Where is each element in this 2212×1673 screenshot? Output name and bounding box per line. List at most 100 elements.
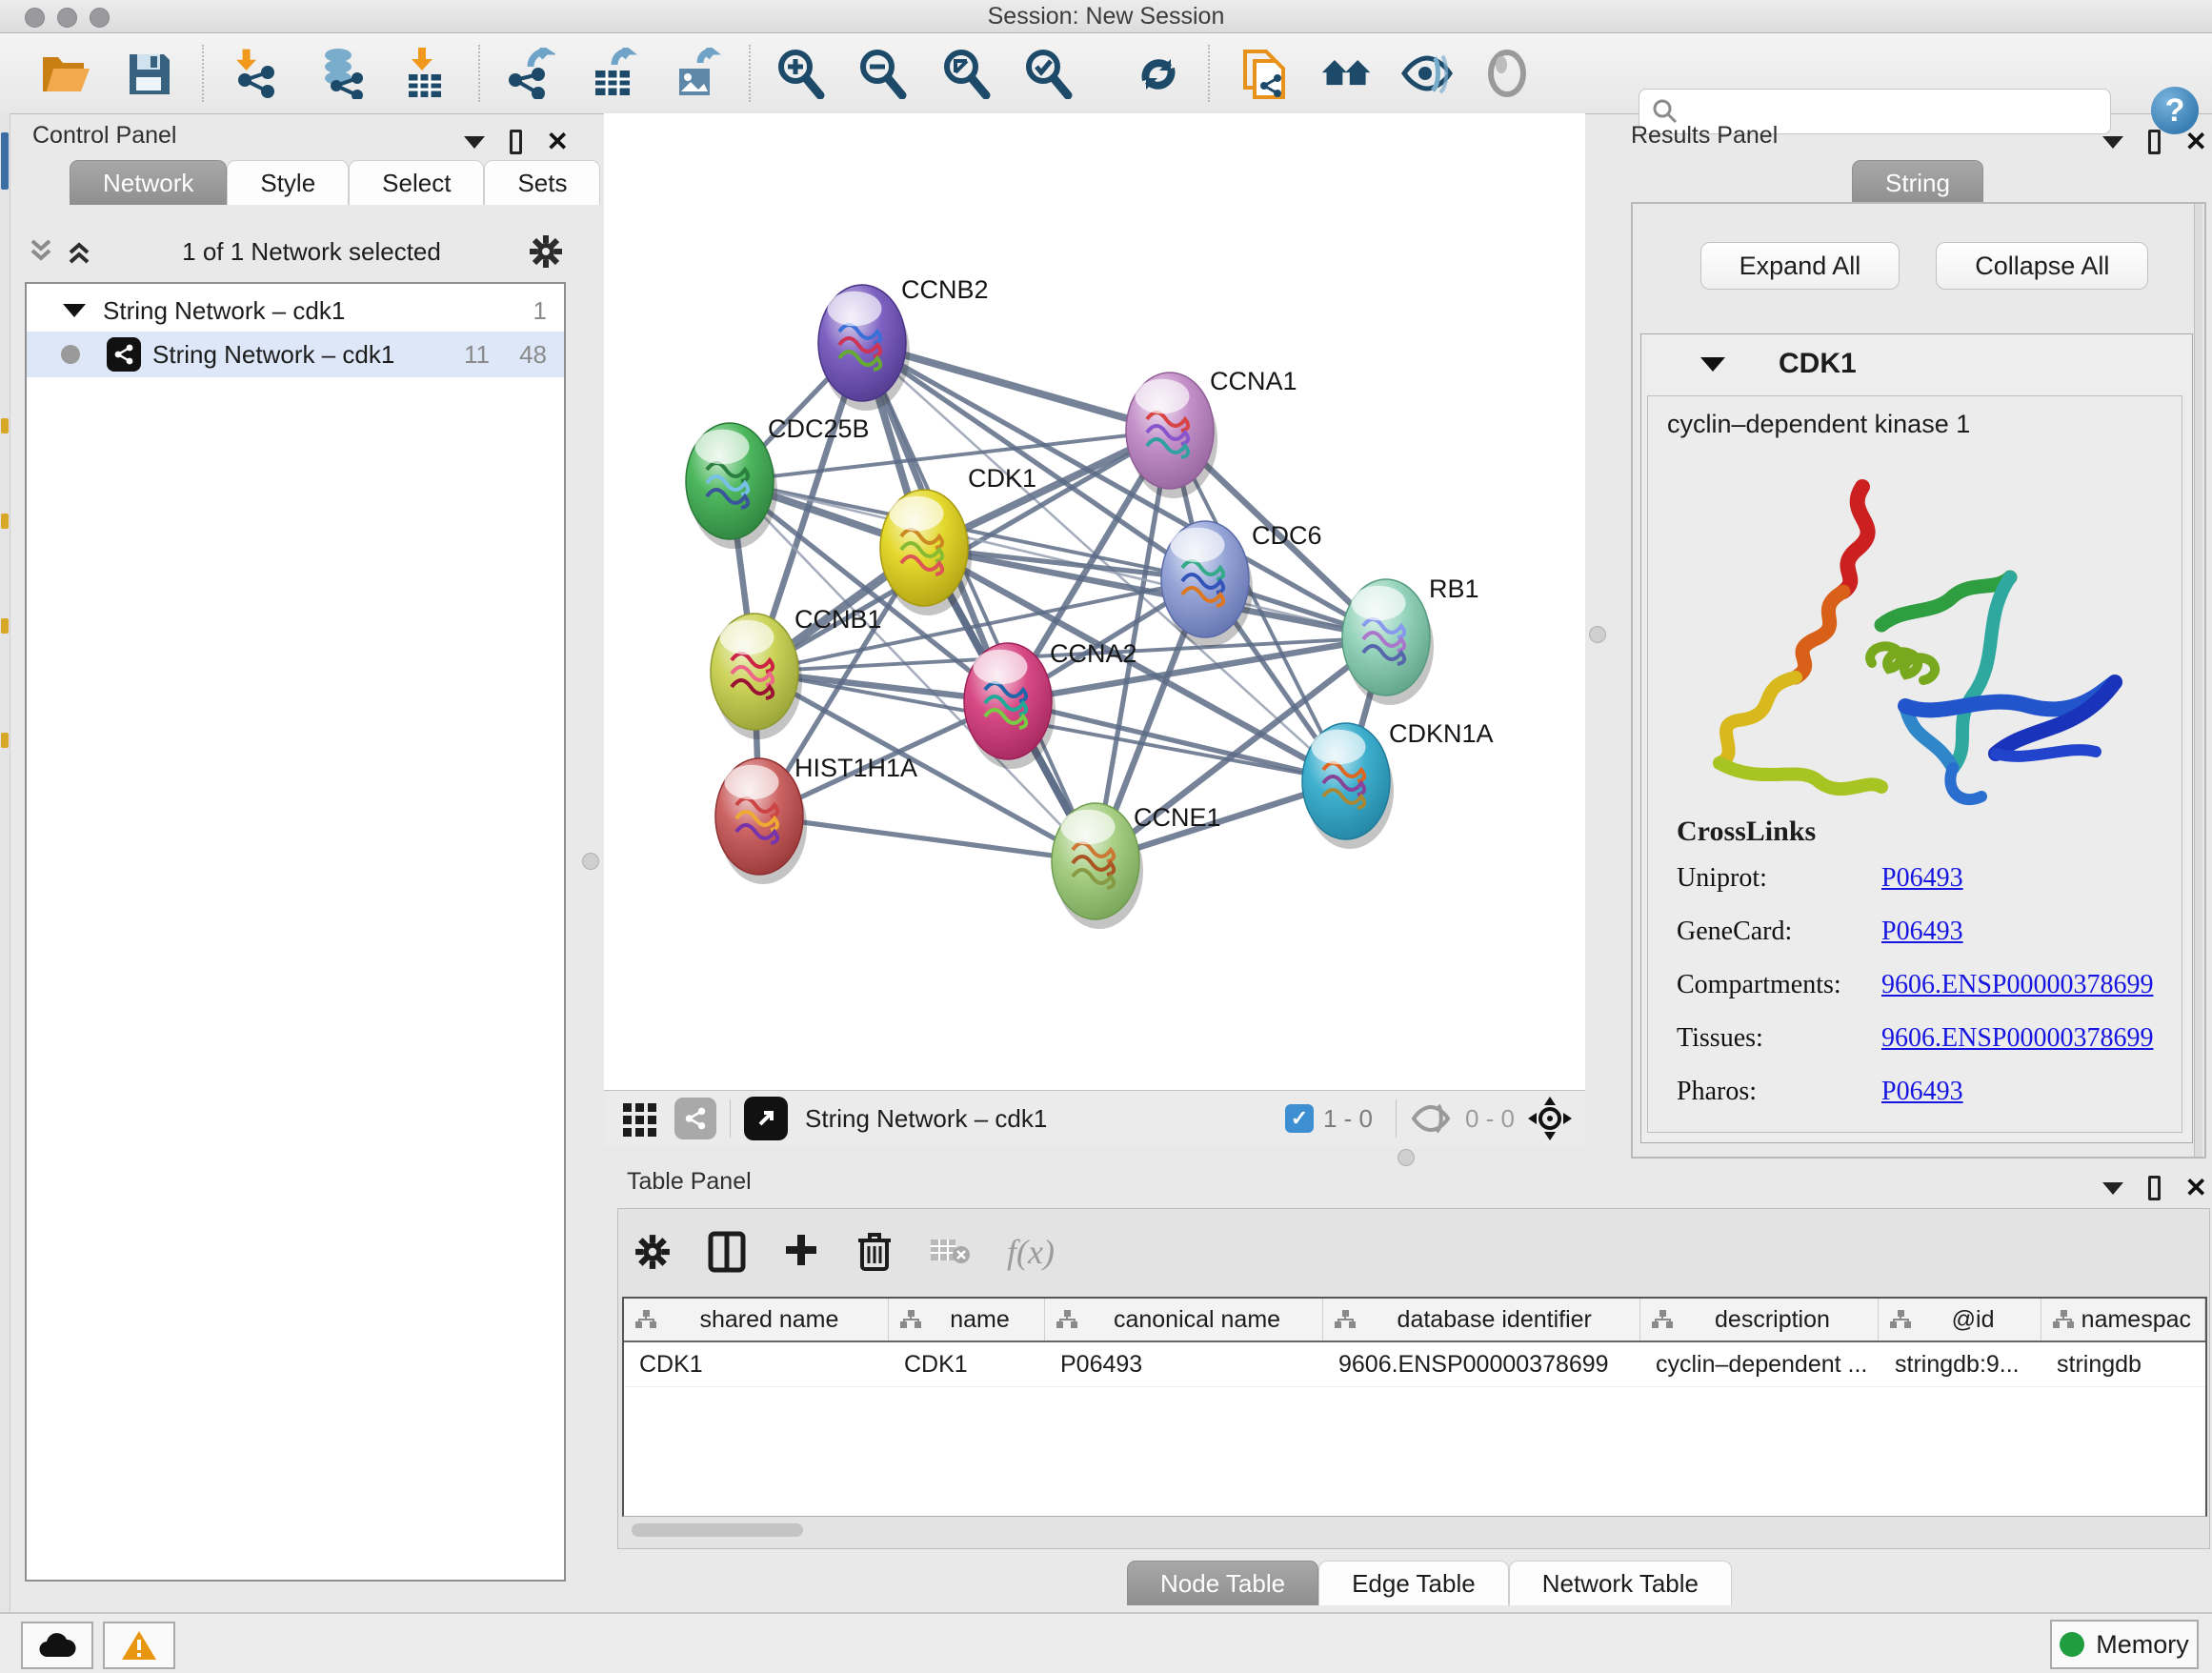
collapse-all-button[interactable]: Collapse All (1936, 242, 2148, 290)
column-header[interactable]: namespac (2041, 1299, 2205, 1340)
tab-sets[interactable]: Sets (484, 160, 600, 205)
crosslink-genecard-link[interactable]: P06493 (1881, 917, 1963, 947)
export-image-icon[interactable] (671, 47, 724, 100)
tab-network[interactable]: Network (70, 160, 227, 205)
tab-edge-table[interactable]: Edge Table (1318, 1561, 1509, 1605)
crosslink-pharos-link[interactable]: P06493 (1881, 1077, 1963, 1107)
hidden-elements-eye-icon[interactable] (1410, 1101, 1452, 1136)
table-panel-menu-icon[interactable] (2102, 1182, 2123, 1195)
control-panel-menu-icon[interactable] (464, 136, 485, 149)
network-view-canvas[interactable]: CCNB2CCNA1CDC25BCDK1CDC6RB1CCNB1CCNA2CDK… (604, 113, 1585, 1090)
results-panel-float-icon[interactable] (2148, 130, 2161, 154)
table-cell[interactable]: P06493 (1045, 1342, 1323, 1386)
home-panel-icon[interactable] (1320, 47, 1374, 100)
network-node-ccna1[interactable]: CCNA1 (1126, 367, 1297, 498)
export-table-file-icon[interactable] (587, 47, 640, 100)
selected-elements-checkbox[interactable]: ✓ (1285, 1104, 1314, 1133)
hide-graphics-details-icon[interactable] (1400, 47, 1454, 100)
open-in-window-icon[interactable] (744, 1097, 788, 1140)
table-cell[interactable]: 9606.ENSP00000378699 (1323, 1342, 1640, 1386)
network-options-gear-icon[interactable] (528, 233, 564, 270)
zoom-in-icon[interactable] (774, 47, 827, 100)
column-header[interactable]: description (1640, 1299, 1880, 1340)
column-header[interactable]: canonical name (1045, 1299, 1323, 1340)
memory-button[interactable]: Memory (2050, 1620, 2199, 1669)
results-panel-menu-icon[interactable] (2102, 136, 2123, 149)
crosslink-label: Tissues: (1677, 1023, 1881, 1054)
import-network-database-icon[interactable] (314, 47, 368, 100)
network-node-ccne1[interactable]: CCNE1 (1052, 803, 1221, 929)
table-cell[interactable]: cyclin–dependent ... (1640, 1342, 1880, 1386)
import-network-file-icon[interactable] (231, 47, 284, 100)
table-cell[interactable]: stringdb:9... (1880, 1342, 2041, 1386)
control-panel-float-icon[interactable] (510, 130, 522, 154)
network-node-hist1h1a[interactable]: HIST1H1A (715, 754, 917, 884)
table-cell[interactable]: CDK1 (889, 1342, 1045, 1386)
collapse-all-networks-icon[interactable] (63, 237, 95, 266)
network-node-ccna2[interactable]: CCNA2 (964, 639, 1137, 769)
network-graph[interactable]: CCNB2CCNA1CDC25BCDK1CDC6RB1CCNB1CCNA2CDK… (604, 113, 1585, 1090)
function-builder-icon: f(x) (1007, 1232, 1055, 1272)
column-label: @id (1913, 1306, 2040, 1334)
table-row[interactable]: CDK1CDK1P064939606.ENSP00000378699cyclin… (624, 1342, 2205, 1387)
node-label: CDK1 (968, 464, 1036, 493)
node-table[interactable]: shared namenamecanonical namedatabase id… (622, 1297, 2207, 1517)
table-options-gear-icon[interactable] (633, 1233, 672, 1271)
tab-network-table[interactable]: Network Table (1509, 1561, 1732, 1605)
crosslink-uniprot-link[interactable]: P06493 (1881, 863, 1963, 894)
table-cell[interactable]: stringdb (2041, 1342, 2205, 1386)
expand-all-networks-icon[interactable] (25, 237, 57, 266)
tab-string[interactable]: String (1852, 160, 1983, 205)
open-session-icon[interactable] (38, 47, 91, 100)
crosslink-tissues-link[interactable]: 9606.ENSP00000378699 (1881, 1023, 2153, 1054)
delete-column-trash-icon[interactable] (856, 1231, 893, 1273)
tab-select[interactable]: Select (349, 160, 484, 205)
left-splitter-grip[interactable] (582, 853, 599, 870)
results-scrollbar[interactable] (2194, 204, 2202, 1157)
table-cell[interactable]: CDK1 (624, 1342, 889, 1386)
collection-disclosure-icon[interactable] (63, 304, 86, 317)
column-header[interactable]: @id (1879, 1299, 2041, 1340)
gene-disclosure-icon[interactable] (1700, 357, 1725, 372)
birds-eye-view-icon[interactable] (1480, 47, 1534, 100)
control-panel-close-icon[interactable]: ✕ (547, 132, 569, 151)
cloud-status-button[interactable] (21, 1622, 93, 1669)
expand-all-button[interactable]: Expand All (1700, 242, 1900, 290)
table-horizontal-scrollbar[interactable] (632, 1523, 803, 1537)
warning-icon (121, 1629, 157, 1662)
zoom-out-icon[interactable] (855, 47, 909, 100)
create-column-plus-icon[interactable] (782, 1233, 820, 1271)
network-edge[interactable] (759, 816, 1096, 861)
save-session-icon[interactable] (122, 47, 175, 100)
network-view-icon[interactable] (674, 1098, 716, 1139)
network-node-rb1[interactable]: RB1 (1342, 574, 1479, 705)
network-collection-row[interactable]: String Network – cdk1 1 (27, 290, 564, 332)
column-header[interactable]: database identifier (1323, 1299, 1640, 1340)
column-header[interactable]: shared name (624, 1299, 889, 1340)
crosslink-compartments-link[interactable]: 9606.ENSP00000378699 (1881, 970, 2153, 1000)
network-node-ccnb2[interactable]: CCNB2 (818, 275, 989, 411)
zoom-fit-icon[interactable] (939, 47, 993, 100)
column-header[interactable]: name (889, 1299, 1045, 1340)
refresh-icon[interactable] (1132, 47, 1185, 100)
network-node-cdkn1a[interactable]: CDKN1A (1302, 719, 1494, 849)
results-panel-close-icon[interactable]: ✕ (2185, 132, 2207, 151)
tab-node-table[interactable]: Node Table (1127, 1561, 1318, 1605)
table-panel-close-icon[interactable]: ✕ (2185, 1179, 2207, 1198)
right-splitter-grip[interactable] (1589, 626, 1606, 643)
zoom-selected-icon[interactable] (1021, 47, 1075, 100)
show-columns-icon[interactable] (708, 1231, 746, 1273)
table-panel-float-icon[interactable] (2148, 1176, 2161, 1200)
grid-view-icon[interactable] (621, 1099, 659, 1138)
warnings-button[interactable] (103, 1622, 175, 1669)
export-network-file-icon[interactable] (503, 47, 556, 100)
horizontal-splitter-grip[interactable] (1398, 1149, 1415, 1166)
fit-content-crosshair-icon[interactable] (1528, 1097, 1572, 1140)
tab-style[interactable]: Style (227, 160, 349, 205)
network-edge[interactable] (1008, 701, 1346, 781)
copy-style-icon[interactable] (1238, 47, 1292, 100)
network-row-selected[interactable]: String Network – cdk1 11 48 (27, 332, 564, 377)
network-node-ccnb1[interactable]: CCNB1 (711, 605, 882, 739)
import-table-file-icon[interactable] (398, 47, 452, 100)
network-node-cdc25b[interactable]: CDC25B (686, 414, 870, 549)
